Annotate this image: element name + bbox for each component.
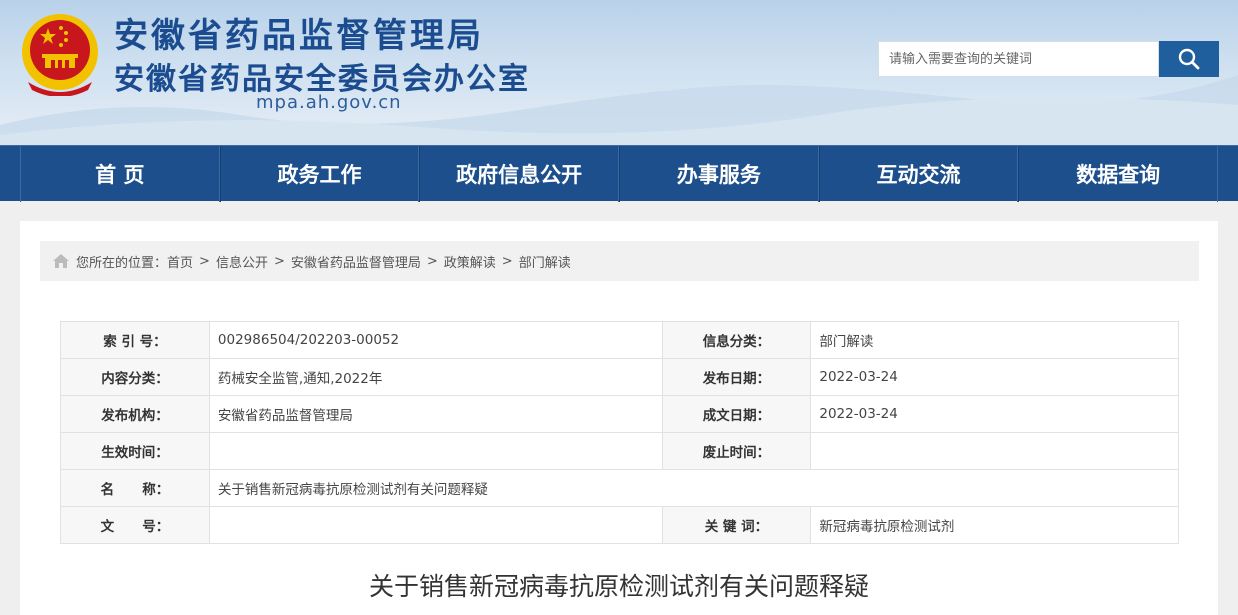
expire-time-value bbox=[810, 432, 1179, 470]
table-row: 文 号： 关 键 词： 新冠病毒抗原检测试剂 bbox=[60, 506, 1179, 544]
doc-number-label: 文 号： bbox=[60, 506, 210, 544]
search-button[interactable] bbox=[1159, 41, 1219, 77]
document-metadata-table: 索 引 号： 002986504/202203-00052 信息分类： 部门解读… bbox=[60, 321, 1180, 544]
publisher-value: 安徽省药品监督管理局 bbox=[208, 395, 663, 433]
content-panel: 您所在的位置： 首页 > 信息公开 > 安徽省药品监督管理局 > 政策解读 > … bbox=[20, 221, 1218, 615]
national-emblem-icon bbox=[22, 14, 98, 96]
article-title: 关于销售新冠病毒抗原检测试剂有关问题释疑 bbox=[368, 572, 869, 601]
keywords-value: 新冠病毒抗原检测试剂 bbox=[810, 506, 1179, 544]
publish-date-label: 发布日期： bbox=[661, 358, 812, 396]
effective-time-label: 生效时间： bbox=[60, 432, 210, 470]
nav-item-government-work[interactable]: 政务工作 bbox=[219, 146, 420, 202]
breadcrumb-prefix: 您所在的位置： bbox=[76, 255, 168, 271]
name-value: 关于销售新冠病毒抗原检测试剂有关问题释疑 bbox=[208, 469, 1180, 507]
nav-item-interaction[interactable]: 互动交流 bbox=[818, 146, 1019, 202]
main-nav: 首 页 政务工作 政府信息公开 办事服务 互动交流 数据查询 bbox=[0, 145, 1238, 202]
site-domain: mpa.ah.gov.cn bbox=[256, 92, 402, 113]
publish-date-value: 2022-03-24 bbox=[810, 358, 1179, 396]
search-icon bbox=[1178, 48, 1200, 70]
written-date-value: 2022-03-24 bbox=[810, 395, 1179, 433]
nav-item-services[interactable]: 办事服务 bbox=[619, 146, 819, 202]
info-class-value: 部门解读 bbox=[810, 321, 1179, 359]
index-number-label: 索 引 号： bbox=[60, 321, 210, 359]
breadcrumb-info-disclosure[interactable]: 信息公开 bbox=[216, 252, 268, 271]
breadcrumb-policy-interpretation[interactable]: 政策解读 bbox=[444, 252, 496, 271]
breadcrumb: 您所在的位置： 首页 > 信息公开 > 安徽省药品监督管理局 > 政策解读 > … bbox=[40, 241, 1199, 281]
name-label: 名 称： bbox=[60, 469, 210, 507]
written-date-label: 成文日期： bbox=[661, 395, 812, 433]
breadcrumb-separator: > bbox=[501, 253, 513, 269]
table-row: 名 称： 关于销售新冠病毒抗原检测试剂有关问题释疑 bbox=[60, 469, 1180, 507]
breadcrumb-separator: > bbox=[199, 253, 210, 269]
home-icon bbox=[53, 254, 69, 268]
publisher-label: 发布机构： bbox=[60, 395, 210, 433]
table-row: 内容分类： 药械安全监管,通知,2022年 发布日期： 2022-03-24 bbox=[60, 358, 1179, 396]
table-row: 生效时间： 废止时间： bbox=[60, 432, 1179, 470]
breadcrumb-bureau[interactable]: 安徽省药品监督管理局 bbox=[291, 252, 421, 271]
breadcrumb-separator: > bbox=[273, 253, 285, 269]
breadcrumb-dept-interpretation[interactable]: 部门解读 bbox=[519, 252, 571, 271]
breadcrumb-separator: > bbox=[426, 253, 438, 269]
nav-item-home[interactable]: 首 页 bbox=[20, 146, 220, 202]
table-row: 索 引 号： 002986504/202203-00052 信息分类： 部门解读 bbox=[60, 321, 1179, 359]
content-class-value: 药械安全监管,通知,2022年 bbox=[208, 358, 663, 396]
table-row: 发布机构： 安徽省药品监督管理局 成文日期： 2022-03-24 bbox=[60, 395, 1179, 433]
breadcrumb-home[interactable]: 首页 bbox=[167, 252, 193, 271]
site-header: 安徽省药品监督管理局 安徽省药品安全委员会办公室 mpa.ah.gov.cn bbox=[0, 0, 1238, 145]
index-number-value: 002986504/202203-00052 bbox=[208, 321, 663, 359]
search-input[interactable] bbox=[878, 41, 1159, 77]
site-title: 安徽省药品监督管理局 bbox=[114, 16, 484, 56]
search-box bbox=[878, 41, 1219, 77]
info-class-label: 信息分类： bbox=[661, 321, 812, 359]
effective-time-value bbox=[208, 432, 663, 470]
keywords-label: 关 键 词： bbox=[661, 506, 812, 544]
doc-number-value bbox=[208, 506, 663, 544]
nav-item-data-query[interactable]: 数据查询 bbox=[1018, 146, 1219, 202]
nav-item-info-disclosure[interactable]: 政府信息公开 bbox=[419, 146, 620, 202]
content-class-label: 内容分类： bbox=[60, 358, 210, 396]
expire-time-label: 废止时间： bbox=[661, 432, 812, 470]
